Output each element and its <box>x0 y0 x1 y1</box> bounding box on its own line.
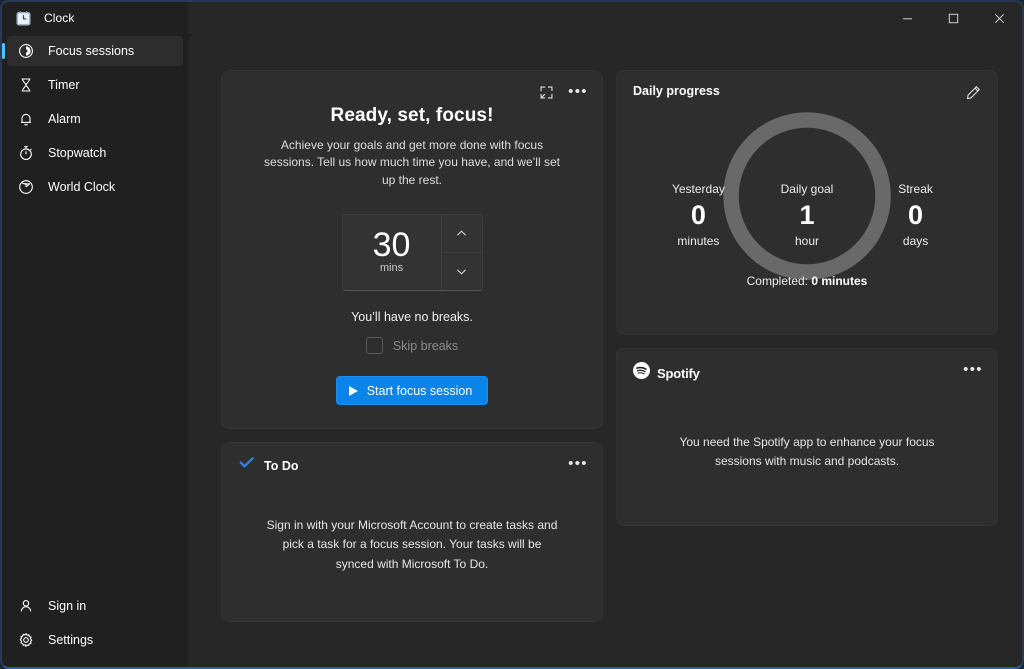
spotify-card: Spotify ••• You need the Spotify app to … <box>616 348 998 526</box>
left-column: ••• Ready, set, focus! Achieve your goal… <box>221 70 603 667</box>
duration-value-area[interactable]: 30 mins <box>343 215 441 290</box>
stat-streak: Streak 0 days <box>864 182 967 248</box>
sidebar-item-label: World Clock <box>48 180 115 194</box>
stat-daily-goal: Daily goal 1 hour <box>750 182 864 248</box>
close-icon[interactable] <box>976 2 1022 34</box>
breaks-note: You’ll have no breaks. <box>351 310 473 324</box>
duration-unit: mins <box>380 262 403 274</box>
focus-sessions-icon <box>18 43 34 59</box>
skip-breaks-row[interactable]: Skip breaks <box>366 337 458 354</box>
title-bar-left: Clock <box>2 2 188 34</box>
completed-prefix: Completed: <box>747 274 812 288</box>
app-body: Focus sessions Timer <box>2 34 1022 667</box>
maximize-icon[interactable] <box>930 2 976 34</box>
sidebar-item-world-clock[interactable]: World Clock <box>7 172 183 202</box>
more-options-glyph: ••• <box>568 460 588 468</box>
start-focus-session-label: Start focus session <box>367 384 473 398</box>
todo-card: To Do ••• Sign in with your Microsoft Ac… <box>221 442 603 622</box>
sidebar-item-stopwatch[interactable]: Stopwatch <box>7 138 183 168</box>
minimize-icon[interactable] <box>884 2 930 34</box>
title-bar: Clock <box>2 2 1022 34</box>
sidebar-item-label: Stopwatch <box>48 146 106 160</box>
chevron-up-icon[interactable] <box>442 215 482 252</box>
stat-value: 0 <box>647 198 750 232</box>
spotify-card-header: Spotify <box>633 362 981 384</box>
stat-value: 1 <box>750 198 864 232</box>
gear-icon <box>18 632 34 648</box>
world-clock-icon <box>18 179 34 195</box>
stat-yesterday: Yesterday 0 minutes <box>647 182 750 248</box>
person-icon <box>18 598 34 614</box>
clock-icon <box>15 10 32 27</box>
duration-stepper[interactable]: 30 mins <box>342 214 483 291</box>
more-options-icon[interactable]: ••• <box>564 79 592 105</box>
skip-breaks-checkbox[interactable] <box>366 337 383 354</box>
app-title: Clock <box>44 11 75 25</box>
sidebar-item-label: Sign in <box>48 599 86 613</box>
title-bar-drag-region[interactable] <box>188 2 884 34</box>
spotify-logo-icon <box>633 362 650 384</box>
spotify-card-tools: ••• <box>959 357 987 383</box>
more-options-icon[interactable]: ••• <box>959 357 987 383</box>
mini-view-icon[interactable] <box>532 79 560 105</box>
focus-card-tools: ••• <box>532 79 592 105</box>
sidebar-item-label: Settings <box>48 633 93 647</box>
todo-card-title: To Do <box>264 459 298 473</box>
content-area: ••• Ready, set, focus! Achieve your goal… <box>188 34 1022 667</box>
start-focus-session-button[interactable]: Start focus session <box>336 376 489 405</box>
sidebar-item-label: Focus sessions <box>48 44 134 58</box>
more-options-glyph: ••• <box>568 88 588 96</box>
stopwatch-icon <box>18 145 34 161</box>
focus-heading: Ready, set, focus! <box>331 105 494 127</box>
timer-icon <box>18 77 34 93</box>
daily-progress-title: Daily progress <box>633 84 981 98</box>
play-icon <box>349 386 358 396</box>
completed-summary: Completed: 0 minutes <box>633 274 981 288</box>
spotify-card-body: You need the Spotify app to enhance your… <box>662 384 952 472</box>
skip-breaks-label: Skip breaks <box>393 339 458 353</box>
microsoft-todo-icon <box>238 456 255 475</box>
todo-card-body: Sign in with your Microsoft Account to c… <box>262 475 562 574</box>
duration-value: 30 <box>373 227 411 263</box>
sidebar-item-settings[interactable]: Settings <box>7 625 183 655</box>
progress-stats: Yesterday 0 minutes Daily goal 1 hour St… <box>633 182 981 248</box>
chevron-down-icon[interactable] <box>442 252 482 290</box>
sidebar-item-label: Alarm <box>48 112 81 126</box>
clock-app-window: Clock <box>0 0 1024 669</box>
right-column: Daily progress <box>616 70 998 667</box>
sidebar-item-focus-sessions[interactable]: Focus sessions <box>7 36 183 66</box>
stat-unit: hour <box>750 234 864 248</box>
todo-card-tools: ••• <box>564 451 592 477</box>
focus-description: Achieve your goals and get more done wit… <box>256 137 568 189</box>
stat-unit: minutes <box>647 234 750 248</box>
stat-value: 0 <box>864 198 967 232</box>
more-options-icon[interactable]: ••• <box>564 451 592 477</box>
sidebar-item-alarm[interactable]: Alarm <box>7 104 183 134</box>
stat-label: Streak <box>864 182 967 196</box>
sidebar-item-timer[interactable]: Timer <box>7 70 183 100</box>
spotify-card-title: Spotify <box>657 366 700 381</box>
navigation-sidebar: Focus sessions Timer <box>2 34 188 667</box>
stat-label: Daily goal <box>750 182 864 196</box>
completed-value: 0 minutes <box>811 274 867 288</box>
nav-secondary-list: Sign in Settings <box>2 591 188 667</box>
window-controls <box>884 2 1022 34</box>
alarm-bell-icon <box>18 111 34 127</box>
sidebar-item-label: Timer <box>48 78 79 92</box>
sidebar-item-sign-in[interactable]: Sign in <box>7 591 183 621</box>
todo-card-header: To Do <box>238 456 586 475</box>
daily-progress-card: Daily progress <box>616 70 998 335</box>
more-options-glyph: ••• <box>963 366 983 374</box>
nav-primary-list: Focus sessions Timer <box>2 36 188 202</box>
focus-session-card: ••• Ready, set, focus! Achieve your goal… <box>221 70 603 429</box>
stat-unit: days <box>864 234 967 248</box>
daily-progress-body: Yesterday 0 minutes Daily goal 1 hour St… <box>633 102 981 302</box>
stat-label: Yesterday <box>647 182 750 196</box>
stepper-arrows <box>441 215 482 290</box>
